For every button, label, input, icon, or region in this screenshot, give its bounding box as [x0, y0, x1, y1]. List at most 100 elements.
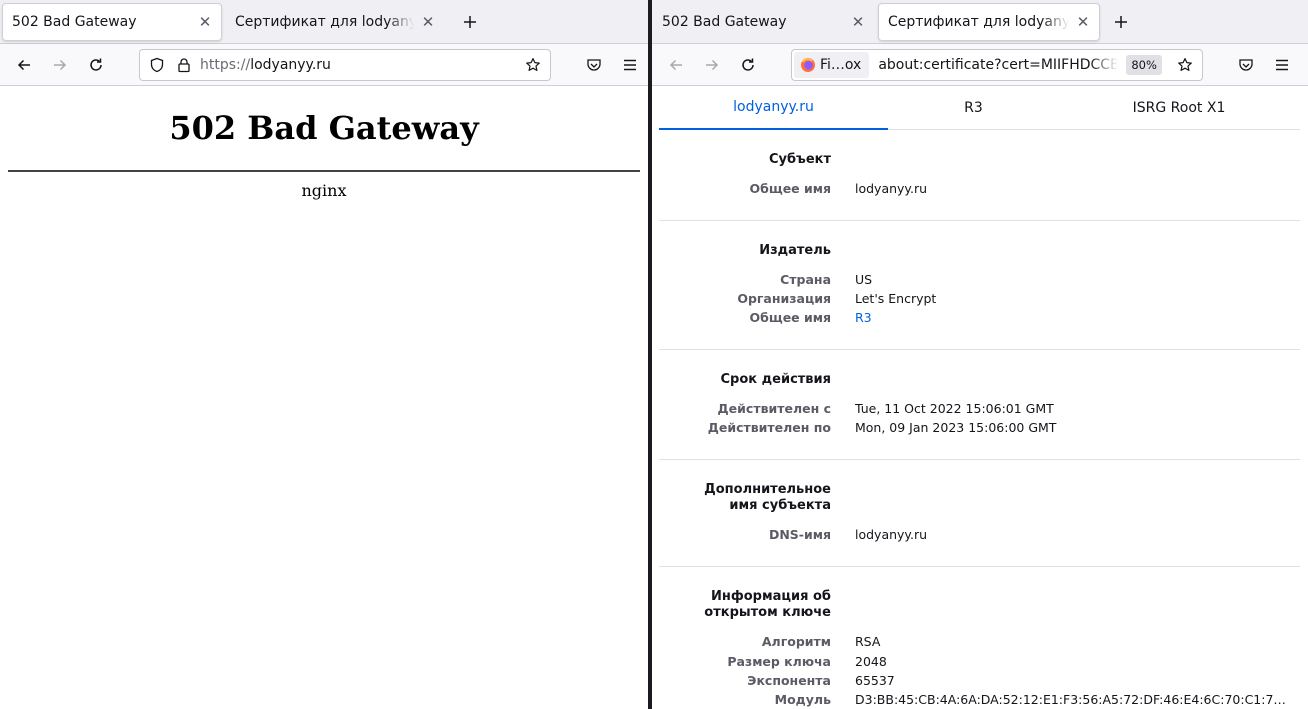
- identity-box[interactable]: Fi…ox: [794, 52, 870, 78]
- field-label: Общее имя: [749, 310, 831, 325]
- new-tab-button[interactable]: [1108, 9, 1134, 35]
- tab-bar: 502 Bad Gateway ✕ Сертификат для lodyany…: [0, 0, 648, 44]
- url-bar[interactable]: https://lodyanyy.ru: [139, 49, 551, 81]
- field-value: US: [855, 272, 873, 287]
- arrow-left-icon: [17, 59, 30, 71]
- field-value: Tue, 11 Oct 2022 15:06:01 GMT: [855, 401, 1054, 416]
- pocket-button[interactable]: [581, 52, 607, 78]
- field-value: 65537: [855, 673, 895, 688]
- forward-button[interactable]: [699, 52, 725, 78]
- close-tab-icon[interactable]: ✕: [197, 14, 213, 30]
- field-value: lodyanyy.ru: [855, 181, 928, 196]
- cert-tab-isrg-root[interactable]: ISRG Root X1: [1079, 86, 1279, 130]
- public-key-section: Информация об открытом ключе Алгоритм RS…: [659, 567, 1300, 709]
- certificate-chain-tabs: lodyanyy.ru R3 ISRG Root X1: [659, 86, 1300, 130]
- forward-button[interactable]: [47, 52, 73, 78]
- section-title-line: имя субъекта: [729, 498, 831, 513]
- browser-window-right: 502 Bad Gateway ✕ Сертификат для lodyany…: [652, 0, 1308, 709]
- browser-window-left: 502 Bad Gateway ✕ Сертификат для lodyany…: [0, 0, 648, 709]
- section-title: Дополнительное имя субъекта: [704, 482, 831, 514]
- url-text[interactable]: https://lodyanyy.ru: [200, 57, 518, 73]
- tab-title: Сертификат для lodyanyy.ru: [888, 14, 1069, 30]
- cert-tab-lodyanyy[interactable]: lodyanyy.ru: [659, 86, 888, 130]
- page-content: 502 Bad Gateway nginx: [0, 86, 648, 709]
- navigation-toolbar: Fi…ox about:certificate?cert=MIIFHDCCBAS…: [652, 44, 1308, 86]
- plus-icon: [464, 16, 476, 28]
- reload-icon: [90, 58, 102, 71]
- tab-certificate[interactable]: Сертификат для lodyanyy.ru ✕: [878, 3, 1100, 41]
- close-tab-icon[interactable]: ✕: [850, 14, 866, 30]
- lock-icon[interactable]: [172, 57, 196, 73]
- field-label: Страна: [780, 272, 831, 287]
- validity-section: Срок действия Действителен с Tue, 11 Oct…: [659, 350, 1300, 460]
- field-label: DNS-имя: [768, 527, 831, 542]
- app-menu-button[interactable]: [617, 52, 643, 78]
- section-title-line: Информация об: [710, 589, 831, 604]
- field-value: Let's Encrypt: [855, 291, 937, 306]
- close-tab-icon[interactable]: ✕: [1075, 14, 1091, 30]
- field-value: 2048: [855, 654, 887, 669]
- url-protocol: https://: [200, 57, 251, 73]
- subject-section: Субъект Общее имя lodyanyy.ru: [659, 130, 1300, 221]
- section-title-line: открытом ключе: [704, 605, 831, 620]
- bookmark-star-icon[interactable]: [1170, 57, 1200, 73]
- field-label: Действителен по: [707, 420, 831, 435]
- app-menu-button[interactable]: [1269, 52, 1295, 78]
- tab-bar: 502 Bad Gateway ✕ Сертификат для lodyany…: [652, 0, 1308, 44]
- arrow-left-icon: [669, 59, 682, 71]
- field-value: RSA: [855, 634, 881, 649]
- reload-button[interactable]: [83, 52, 109, 78]
- hamburger-menu-icon: [1276, 59, 1288, 71]
- hamburger-menu-icon: [624, 59, 636, 71]
- field-value: D3:BB:45:CB:4A:6A:DA:52:12:E1:F3:56:A5:7…: [855, 692, 1286, 707]
- new-tab-button[interactable]: [457, 9, 483, 35]
- issuer-section: Издатель Страна US Организация Let's Enc…: [659, 221, 1300, 350]
- identity-label: Fi…ox: [820, 57, 862, 73]
- certificate-viewer: lodyanyy.ru R3 ISRG Root X1 Субъект Обще…: [652, 86, 1308, 709]
- url-bar[interactable]: Fi…ox about:certificate?cert=MIIFHDCCBAS…: [791, 49, 1203, 81]
- page-heading: 502 Bad Gateway: [169, 109, 479, 147]
- reload-icon: [742, 58, 754, 71]
- divider: [8, 170, 640, 172]
- field-label: Организация: [737, 291, 831, 306]
- field-label: Экспонента: [747, 673, 831, 688]
- tab-title: 502 Bad Gateway: [662, 14, 787, 30]
- section-title: Информация об открытом ключе: [704, 589, 831, 621]
- issuer-link[interactable]: R3: [855, 310, 872, 326]
- url-host: lodyanyy.ru: [250, 57, 331, 73]
- pocket-icon: [587, 59, 601, 71]
- bookmark-star-icon[interactable]: [518, 57, 548, 73]
- field-label: Размер ключа: [727, 654, 831, 669]
- pocket-icon: [1239, 59, 1253, 71]
- cert-tab-r3[interactable]: R3: [888, 86, 1059, 130]
- navigation-toolbar: https://lodyanyy.ru: [0, 44, 648, 86]
- back-button[interactable]: [11, 52, 37, 78]
- back-button[interactable]: [663, 52, 689, 78]
- field-value: Mon, 09 Jan 2023 15:06:00 GMT: [855, 420, 1057, 435]
- tab-title: 502 Bad Gateway: [12, 14, 137, 30]
- reload-button[interactable]: [735, 52, 761, 78]
- pocket-button[interactable]: [1233, 52, 1259, 78]
- tab-title: Сертификат для lodyanyy.ru: [235, 14, 414, 30]
- tab-502-bad-gateway[interactable]: 502 Bad Gateway ✕: [653, 3, 874, 41]
- field-label: Общее имя: [749, 181, 831, 196]
- close-tab-icon[interactable]: ✕: [420, 14, 436, 30]
- tab-502-bad-gateway[interactable]: 502 Bad Gateway ✕: [2, 3, 222, 41]
- firefox-logo-icon: [801, 58, 815, 72]
- section-title: Срок действия: [720, 372, 831, 387]
- section-title: Издатель: [759, 243, 831, 258]
- san-section: Дополнительное имя субъекта DNS-имя lody…: [659, 460, 1300, 567]
- arrow-right-icon: [54, 59, 67, 71]
- section-title: Субъект: [768, 152, 831, 167]
- zoom-indicator[interactable]: 80%: [1126, 55, 1162, 75]
- url-text[interactable]: about:certificate?cert=MIIFHDCCBAS: [878, 57, 1118, 73]
- field-label: Модуль: [774, 692, 831, 707]
- server-name: nginx: [301, 181, 347, 200]
- field-label: Алгоритм: [761, 634, 831, 649]
- tab-certificate[interactable]: Сертификат для lodyanyy.ru ✕: [226, 3, 444, 41]
- arrow-right-icon: [706, 59, 719, 71]
- tracking-protection-shield-icon[interactable]: [142, 57, 172, 73]
- section-title-line: Дополнительное: [704, 482, 831, 497]
- plus-icon: [1115, 16, 1127, 28]
- field-label: Действителен с: [717, 401, 831, 416]
